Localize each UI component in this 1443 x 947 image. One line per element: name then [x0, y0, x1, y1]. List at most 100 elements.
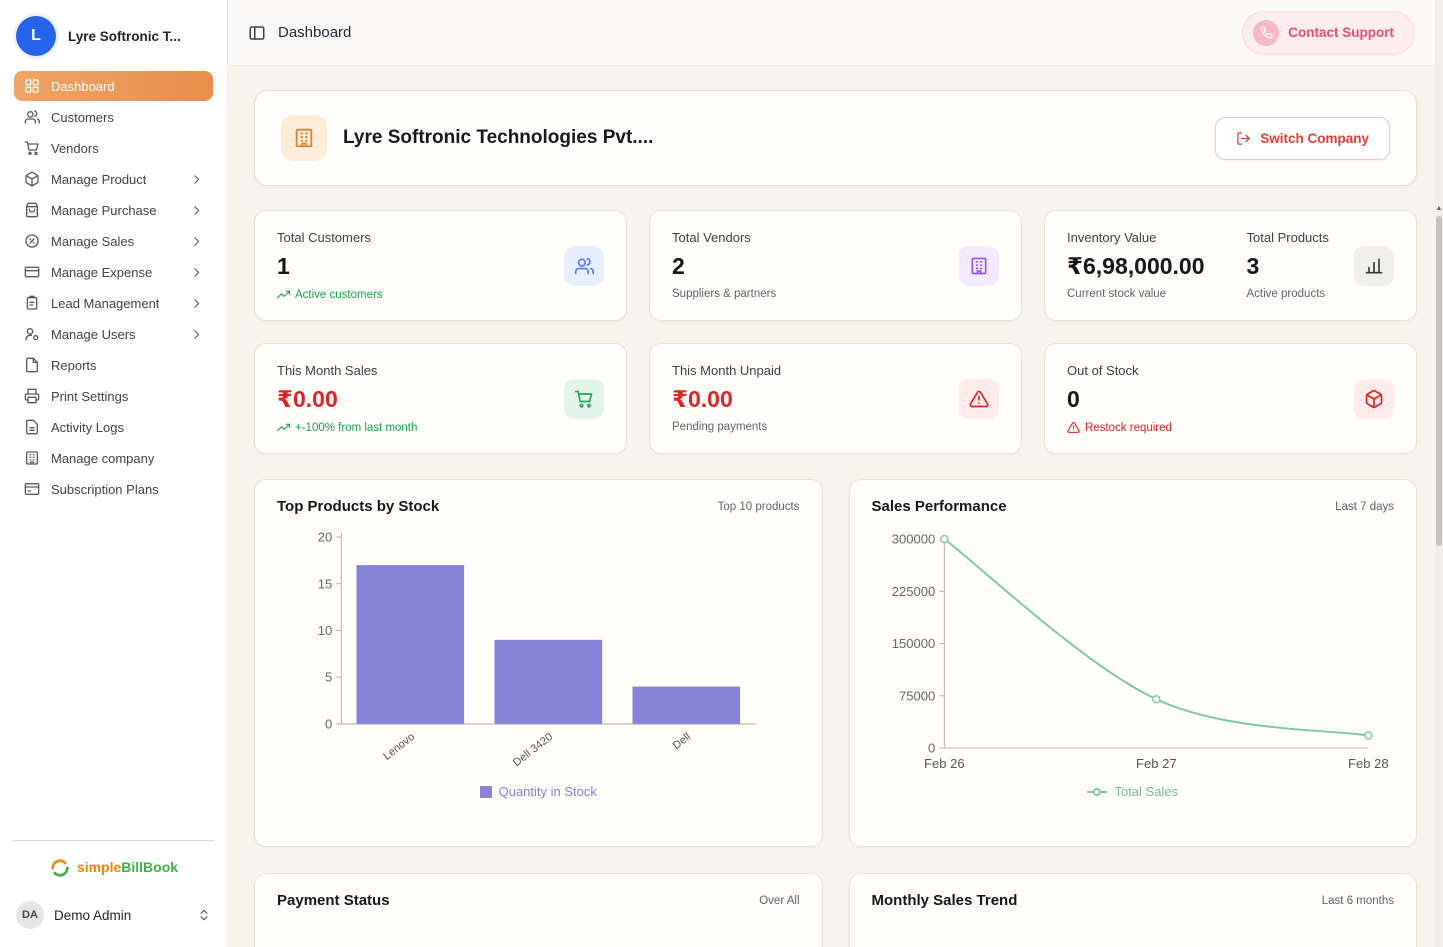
out-of-stock-box-icon	[1354, 378, 1394, 419]
svg-text:Lenovo: Lenovo	[381, 731, 417, 763]
svg-text:5: 5	[325, 670, 332, 685]
svg-text:20: 20	[318, 530, 333, 545]
total-customers-card: Total Customers 1 Active customers	[254, 210, 627, 321]
page-title: Dashboard	[278, 24, 352, 41]
chevron-right-icon	[194, 298, 200, 308]
trend-up-icon	[277, 290, 290, 299]
card-header: Top Products by Stock Top 10 products	[277, 498, 800, 515]
company-logo: L	[16, 16, 56, 56]
chevron-updown-icon	[200, 909, 208, 921]
warning-triangle-icon	[1067, 422, 1080, 433]
switch-company-label: Switch Company	[1260, 130, 1369, 146]
dashboard-grid-icon	[25, 79, 39, 93]
nav-label: Activity Logs	[51, 419, 124, 435]
chevron-right-icon	[194, 267, 200, 277]
company-building-icon	[26, 451, 38, 465]
inventory-card: Inventory Value ₹6,98,000.00 Current sto…	[1044, 210, 1417, 321]
stat-title: This Month Unpaid	[672, 363, 782, 378]
sidebar-nav: Dashboard Customers Vendors Manage Produ…	[0, 70, 227, 505]
contact-support-label: Contact Support	[1288, 25, 1394, 40]
company-banner: Lyre Softronic Technologies Pvt.... Swit…	[254, 90, 1417, 186]
trend-up-icon	[277, 423, 290, 432]
svg-text:0: 0	[928, 741, 935, 756]
switch-company-button[interactable]: Switch Company	[1215, 116, 1390, 160]
user-name: Demo Admin	[54, 907, 132, 923]
sidebar-item-manage-expense[interactable]: Manage Expense	[14, 257, 213, 287]
sidebar-item-manage-purchase[interactable]: Manage Purchase	[14, 195, 213, 225]
total-vendors-card: Total Vendors 2 Suppliers & partners	[649, 210, 1022, 321]
stat-title: Total Products	[1246, 230, 1329, 245]
total-products-column: Total Products 3 Active products	[1247, 230, 1329, 300]
svg-text:150000: 150000	[891, 636, 935, 651]
month-sales-card: This Month Sales ₹0.00 +-100% from last …	[254, 343, 627, 454]
stat-subtitle: Restock required	[1067, 421, 1394, 434]
subscription-card-icon	[24, 483, 40, 495]
stat-title: Inventory Value	[1067, 230, 1157, 245]
nav-label: Lead Management	[51, 295, 160, 311]
sidebar-item-activity-logs[interactable]: Activity Logs	[14, 412, 213, 442]
panel-toggle-icon[interactable]	[248, 24, 266, 42]
main-area: Dashboard Contact Support Lyre Softronic…	[228, 0, 1443, 947]
vendors-cart-icon	[24, 141, 39, 155]
stat-value: ₹0.00	[672, 386, 733, 412]
logout-icon	[1237, 131, 1250, 145]
scroll-up-arrow[interactable]: ▲	[1435, 203, 1443, 213]
expense-card-icon	[24, 266, 40, 278]
stat-value: 1	[277, 253, 290, 279]
sidebar-item-manage-sales[interactable]: Manage Sales	[14, 226, 213, 256]
stat-subtitle: Suppliers & partners	[672, 288, 777, 300]
stat-value: 3	[1246, 253, 1260, 279]
brand-logo: simpleBillBook	[0, 841, 227, 883]
svg-text:Feb 28: Feb 28	[1348, 756, 1389, 771]
brand-swirl-icon	[51, 859, 69, 877]
sidebar-item-lead-management[interactable]: Lead Management	[14, 288, 213, 318]
svg-text:Feb 26: Feb 26	[924, 756, 965, 771]
sidebar-item-vendors[interactable]: Vendors	[14, 133, 213, 163]
customers-icon	[24, 110, 40, 124]
sidebar-header: L Lyre Softronic T...	[0, 14, 227, 70]
monthly-sales-trend-card: Monthly Sales Trend Last 6 months	[848, 873, 1417, 947]
svg-text:75000: 75000	[899, 688, 935, 703]
chevron-right-icon	[194, 205, 200, 215]
inventory-chart-icon	[1354, 245, 1394, 286]
chart-badge: Last 7 days	[1335, 500, 1394, 513]
sidebar-item-manage-users[interactable]: Manage Users	[14, 319, 213, 349]
contact-support-button[interactable]: Contact Support	[1242, 10, 1415, 55]
sidebar-item-reports[interactable]: Reports	[14, 350, 213, 380]
scrollbar-thumb[interactable]	[1436, 216, 1442, 546]
sidebar-item-manage-product[interactable]: Manage Product	[14, 164, 213, 194]
chart-badge: Over All	[759, 894, 800, 907]
nav-label: Manage Users	[51, 326, 136, 342]
user-menu[interactable]: DA Demo Admin	[0, 883, 227, 947]
stat-subtitle: Active customers	[277, 288, 604, 301]
stat-subtitle: Current stock value	[1067, 288, 1167, 300]
stat-subtitle: Active products	[1246, 288, 1326, 300]
chart-title: Monthly Sales Trend	[871, 892, 1018, 909]
sidebar-item-dashboard[interactable]: Dashboard	[14, 71, 213, 101]
chart-badge: Last 6 months	[1321, 894, 1394, 907]
svg-text:15: 15	[318, 576, 333, 591]
stat-title: Total Customers	[277, 230, 371, 245]
svg-text:Feb 27: Feb 27	[1136, 756, 1177, 771]
nav-label: Manage company	[51, 450, 155, 466]
sidebar-item-subscription-plans[interactable]: Subscription Plans	[14, 474, 213, 504]
sidebar-item-manage-company[interactable]: Manage company	[14, 443, 213, 473]
nav-label: Subscription Plans	[51, 481, 159, 497]
chart-title: Payment Status	[277, 892, 390, 909]
stat-title: This Month Sales	[277, 363, 378, 378]
stat-value: ₹6,98,000.00	[1067, 253, 1205, 279]
line-chart-legend: Total Sales	[872, 784, 1395, 799]
sidebar-item-print-settings[interactable]: Print Settings	[14, 381, 213, 411]
nav-label: Manage Sales	[51, 233, 135, 249]
nav-label: Dashboard	[51, 78, 115, 94]
chevron-right-icon	[194, 174, 200, 184]
legend-label: Quantity in Stock	[498, 784, 597, 800]
stat-title: Total Vendors	[672, 230, 751, 245]
stat-value: ₹0.00	[277, 386, 338, 412]
nav-label: Reports	[51, 357, 97, 373]
sidebar-item-customers[interactable]: Customers	[14, 102, 213, 132]
svg-text:Dell 3420: Dell 3420	[511, 731, 555, 769]
chart-badge: Top 10 products	[717, 500, 800, 513]
topbar: Dashboard Contact Support	[228, 0, 1443, 66]
out-of-stock-card: Out of Stock 0 Restock required	[1044, 343, 1417, 454]
